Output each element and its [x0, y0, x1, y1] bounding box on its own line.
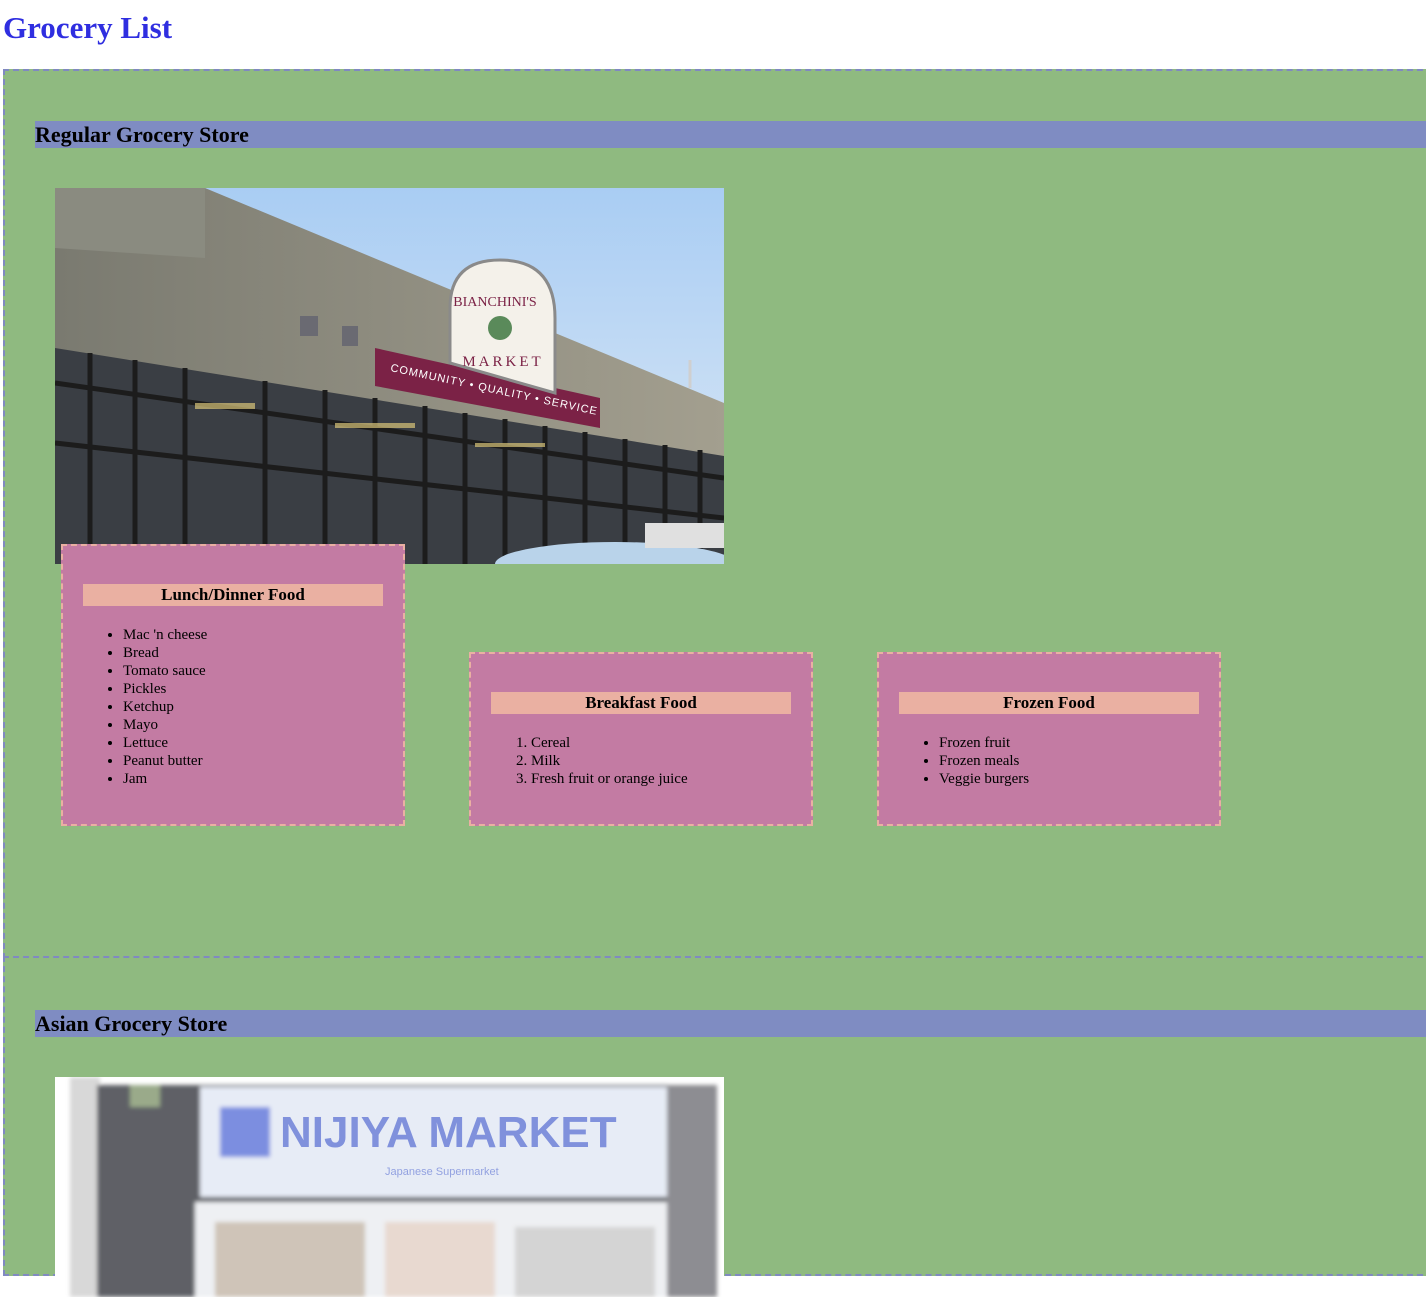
list-item: Lettuce: [123, 734, 207, 752]
store-heading: Asian Grocery Store: [35, 1010, 1426, 1037]
list-item: Frozen meals: [939, 752, 1029, 770]
frozen-list: Frozen fruit Frozen meals Veggie burgers: [879, 734, 1029, 788]
list-item: Mac 'n cheese: [123, 626, 207, 644]
list-item: Cereal: [531, 734, 688, 752]
list-item: Peanut butter: [123, 752, 207, 770]
list-item: Tomato sauce: [123, 662, 207, 680]
store-photo-bianchinis: COMMUNITY • QUALITY • SERVICE BIANCHINI'…: [55, 188, 724, 564]
storefront-image: COMMUNITY • QUALITY • SERVICE BIANCHINI'…: [55, 188, 724, 564]
list-item: Bread: [123, 644, 207, 662]
store-section-asian: Asian Grocery Store NIJIYA MARKET Japane…: [3, 956, 1426, 1297]
category-heading: Breakfast Food: [491, 692, 791, 714]
category-lunch-dinner: Lunch/Dinner Food Mac 'n cheese Bread To…: [61, 544, 405, 826]
list-item: Frozen fruit: [939, 734, 1029, 752]
list-item: Ketchup: [123, 698, 207, 716]
storefront-image: NIJIYA MARKET Japanese Supermarket: [55, 1077, 724, 1297]
sign-sub-text: Japanese Supermarket: [385, 1166, 499, 1178]
list-item: Mayo: [123, 716, 207, 734]
list-item: Jam: [123, 770, 207, 788]
category-breakfast: Breakfast Food Cereal Milk Fresh fruit o…: [469, 652, 813, 826]
lunch-dinner-list: Mac 'n cheese Bread Tomato sauce Pickles…: [63, 626, 207, 788]
sign-sub-text: MARKET: [462, 354, 543, 370]
page-title: Grocery List: [3, 10, 173, 45]
sign-name-text: NIJIYA MARKET: [280, 1108, 617, 1157]
store-photo-nijiya: NIJIYA MARKET Japanese Supermarket: [55, 1077, 724, 1297]
category-heading: Lunch/Dinner Food: [83, 584, 383, 606]
store-heading: Regular Grocery Store: [35, 121, 1426, 148]
list-item: Pickles: [123, 680, 207, 698]
sign-name-text: BIANCHINI'S: [453, 295, 536, 310]
list-item: Fresh fruit or orange juice: [531, 770, 688, 788]
breakfast-list: Cereal Milk Fresh fruit or orange juice: [471, 734, 688, 788]
list-item: Milk: [531, 752, 688, 770]
category-heading: Frozen Food: [899, 692, 1199, 714]
list-item: Veggie burgers: [939, 770, 1029, 788]
category-frozen: Frozen Food Frozen fruit Frozen meals Ve…: [877, 652, 1221, 826]
